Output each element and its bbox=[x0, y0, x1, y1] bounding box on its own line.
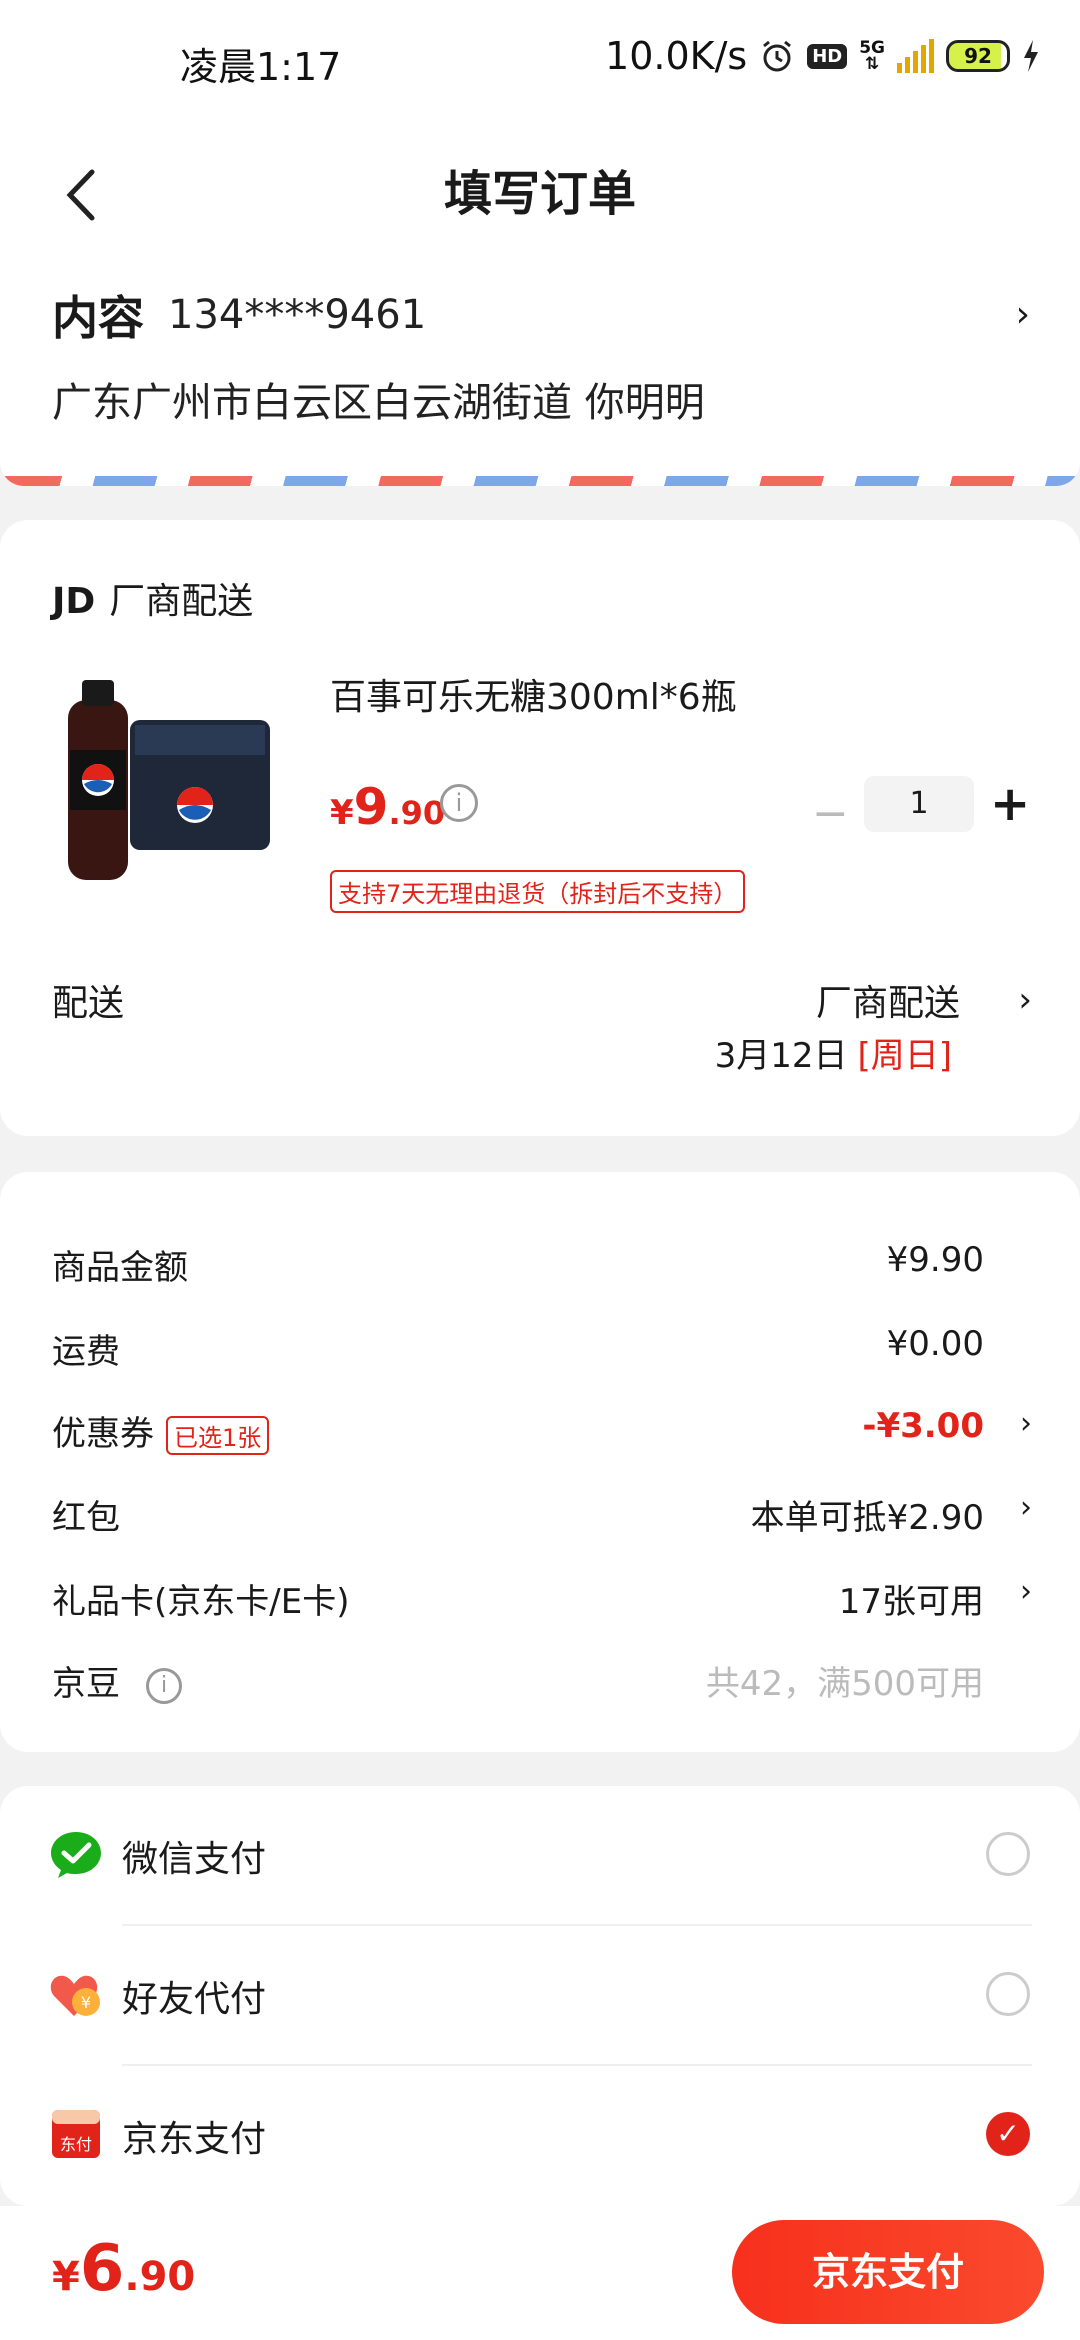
envelope-stripe bbox=[0, 476, 1080, 486]
signal-icon bbox=[897, 39, 934, 73]
hd-badge: HD bbox=[807, 43, 848, 69]
address-line: 广东广州市白云区白云湖街道 你明明 bbox=[52, 380, 705, 426]
payment-option-friend[interactable]: ¥ 好友代付 bbox=[0, 1926, 1080, 2064]
return-policy-tag: 支持7天无理由退货（拆封后不支持） bbox=[330, 870, 746, 913]
shipping-value: ¥0.00 bbox=[886, 1324, 984, 1364]
friend-pay-icon: ¥ bbox=[50, 1975, 100, 2016]
total-symbol: ¥ bbox=[52, 2254, 80, 2300]
quantity-input[interactable]: 1 bbox=[864, 776, 974, 832]
summary-row-shipping: 运费 ¥0.00 bbox=[52, 1324, 1032, 1384]
jd-pay-radio-checked[interactable]: ✓ bbox=[986, 2112, 1030, 2156]
alarm-icon bbox=[763, 40, 792, 72]
goods-amount-label: 商品金额 bbox=[52, 1248, 188, 1288]
shop-name: 厂商配送 bbox=[109, 581, 254, 622]
jingdou-label-text: 京豆 bbox=[52, 1664, 120, 1704]
checkout-bar: ¥6.90 京东支付 bbox=[0, 2206, 1080, 2340]
coupon-selected-badge: 已选1张 bbox=[166, 1416, 270, 1455]
quantity-minus-button[interactable]: − bbox=[812, 788, 849, 839]
delivery-label: 配送 bbox=[52, 983, 125, 1024]
total-decimal: .90 bbox=[124, 2254, 196, 2300]
summary-row-redpacket[interactable]: 红包 本单可抵¥2.90 › bbox=[52, 1490, 1032, 1550]
shop-header: JD 厂商配送 bbox=[52, 572, 253, 624]
jd-pay-icon: 东付 bbox=[52, 2110, 100, 2158]
delivery-date-text: 3月12日 bbox=[714, 1036, 848, 1076]
summary-row-giftcard[interactable]: 礼品卡(京东卡/E卡) 17张可用 › bbox=[52, 1574, 1032, 1634]
jd-pay-label: 京东支付 bbox=[122, 2119, 267, 2160]
price-info-icon[interactable]: i bbox=[440, 784, 478, 822]
charging-icon bbox=[1024, 40, 1038, 72]
coupon-label-text: 优惠券 bbox=[52, 1414, 154, 1454]
wechat-pay-label: 微信支付 bbox=[122, 1839, 267, 1880]
jingdou-label: 京豆 i bbox=[52, 1656, 182, 1705]
svg-text:东付: 东付 bbox=[60, 2135, 92, 2154]
redpacket-value: 本单可抵¥2.90 bbox=[750, 1498, 984, 1538]
coupon-chevron-icon: › bbox=[1020, 1406, 1032, 1441]
submit-pay-button[interactable]: 京东支付 bbox=[732, 2220, 1044, 2324]
status-bar: 凌晨1:17 10.0K/s HD 5G ⇅ 92 bbox=[0, 0, 1080, 120]
quantity-plus-button[interactable]: + bbox=[990, 776, 1030, 832]
summary-row-jingdou: 京豆 i 共42，满500可用 bbox=[52, 1656, 1032, 1716]
redpacket-label: 红包 bbox=[52, 1498, 120, 1538]
battery-icon: 92 bbox=[946, 40, 1010, 72]
price-decimal: .90 bbox=[388, 794, 446, 832]
product-price: ¥9.90 bbox=[330, 778, 445, 836]
network-type: 5G ⇅ bbox=[859, 38, 885, 74]
product-image[interactable] bbox=[60, 670, 280, 900]
giftcard-label: 礼品卡(京东卡/E卡) bbox=[52, 1582, 350, 1622]
total-integer: 6 bbox=[79, 2232, 125, 2306]
page-title: 填写订单 bbox=[443, 166, 636, 222]
price-integer: 9 bbox=[353, 778, 389, 836]
shop-card: JD 厂商配送 百事可乐无糖300ml*6瓶 ¥9.90 i − 1 + 支持7天… bbox=[0, 520, 1080, 1136]
delivery-chevron-icon[interactable]: › bbox=[1018, 980, 1032, 1020]
delivery-method[interactable]: 厂商配送 bbox=[816, 974, 960, 1026]
net-speed: 10.0K/s bbox=[605, 34, 748, 78]
summary-row-goods: 商品金额 ¥9.90 bbox=[52, 1240, 1032, 1300]
payment-option-wechat[interactable]: 微信支付 bbox=[0, 1786, 1080, 1924]
status-time: 凌晨1:17 bbox=[180, 45, 342, 89]
wechat-pay-radio[interactable] bbox=[986, 1832, 1030, 1876]
jd-logo: JD bbox=[52, 581, 96, 622]
svg-text:¥: ¥ bbox=[81, 1993, 91, 2012]
coupon-label: 优惠券 已选1张 bbox=[52, 1406, 270, 1455]
redpacket-chevron-icon: › bbox=[1020, 1490, 1032, 1525]
jingdou-info-icon[interactable]: i bbox=[146, 1667, 182, 1704]
shipping-label: 运费 bbox=[52, 1332, 120, 1372]
order-summary-card: 商品金额 ¥9.90 运费 ¥0.00 优惠券 已选1张 -¥3.00 › 红包 … bbox=[0, 1172, 1080, 1752]
payment-option-jdpay[interactable]: 东付 京东支付 ✓ bbox=[0, 2066, 1080, 2204]
payment-card: 微信支付 ¥ 好友代付 东付 京东支付 ✓ bbox=[0, 1786, 1080, 2206]
jingdou-value: 共42，满500可用 bbox=[705, 1664, 984, 1704]
goods-amount-value: ¥9.90 bbox=[886, 1240, 984, 1280]
coupon-value: -¥3.00 bbox=[862, 1406, 984, 1446]
summary-row-coupon[interactable]: 优惠券 已选1张 -¥3.00 › bbox=[52, 1406, 1032, 1466]
product-name: 百事可乐无糖300ml*6瓶 bbox=[330, 677, 737, 718]
price-symbol: ¥ bbox=[330, 793, 354, 833]
status-right: 10.0K/s HD 5G ⇅ 92 bbox=[605, 34, 1040, 78]
delivery-weekday: [周日] bbox=[857, 1036, 952, 1076]
friend-pay-radio[interactable] bbox=[986, 1972, 1030, 2016]
chevron-right-icon: › bbox=[1015, 294, 1030, 335]
delivery-date: 3月12日 [周日] bbox=[715, 1028, 952, 1077]
recipient-name: 内容 bbox=[52, 291, 144, 345]
giftcard-value: 17张可用 bbox=[838, 1582, 984, 1622]
friend-pay-label: 好友代付 bbox=[122, 1979, 267, 2020]
giftcard-chevron-icon: › bbox=[1020, 1574, 1032, 1609]
wechat-pay-icon bbox=[51, 1832, 101, 1878]
recipient-phone: 134****9461 bbox=[168, 292, 427, 338]
network-label: 5G bbox=[859, 38, 885, 58]
address-card[interactable]: 内容 134****9461 › 广东广州市白云区白云湖街道 你明明 bbox=[0, 240, 1080, 486]
total-price: ¥6.90 bbox=[52, 2232, 195, 2306]
